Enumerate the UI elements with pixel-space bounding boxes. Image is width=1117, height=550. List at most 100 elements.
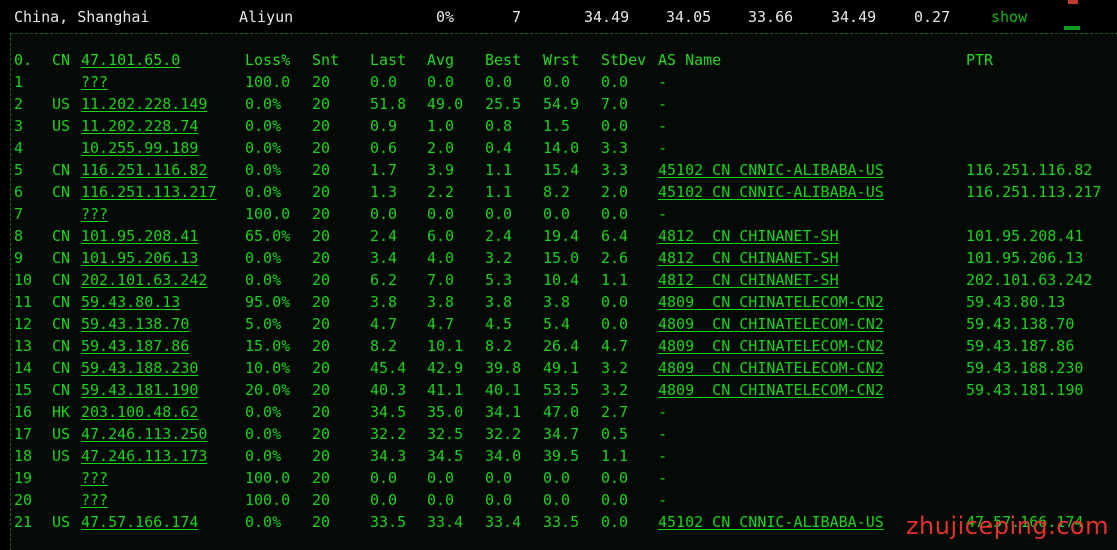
row-as-name[interactable]: 4809 CN CHINATELECOM-CN2 [658,358,884,378]
row-host[interactable]: 202.101.63.242 [81,270,207,290]
row-as-name[interactable]: 4812 CN CHINANET-SH [658,226,839,246]
row-wrst: 1.5 [543,117,571,135]
row-loss: 0.0% [245,425,282,443]
row-best: 34.1 [485,403,522,421]
row-stdev: 6.4 [601,227,629,245]
row-host[interactable]: ??? [81,490,108,510]
row-avg: 1.0 [427,117,455,135]
row-host[interactable]: ??? [81,204,108,224]
row-stdev: 3.2 [601,359,629,377]
row-hop: 12 [14,315,33,333]
row-best: 4.5 [485,315,513,333]
row-best: 0.0 [485,469,513,487]
row-ptr: 101.95.208.41 [966,227,1084,245]
row-ptr: 59.43.138.70 [966,315,1075,333]
row-hop: 14 [14,359,33,377]
row-host[interactable]: 59.43.138.70 [81,314,189,334]
row-wrst: 34.7 [543,425,580,443]
row-host[interactable]: 59.43.181.190 [81,380,198,400]
row-avg: 34.5 [427,447,464,465]
row-ptr: 101.95.206.13 [966,249,1084,267]
row-as-name[interactable]: 4812 CN CHINANET-SH [658,270,839,290]
row-snt: 20 [312,491,331,509]
row-snt: 20 [312,183,331,201]
row-loss: 0.0% [245,403,282,421]
row-avg: 6.0 [427,227,455,245]
row-hop: 20 [14,491,33,509]
header-host[interactable]: 47.101.65.0 [81,50,180,70]
row-host[interactable]: 47.246.113.173 [81,446,207,466]
row-host[interactable]: 59.43.187.86 [81,336,189,356]
row-loss: 0.0% [245,95,282,113]
row-as-name[interactable]: 4812 CN CHINANET-SH [658,248,839,268]
row-best: 0.4 [485,139,513,157]
row-country: US [52,447,71,465]
row-host[interactable]: 116.251.116.82 [81,160,207,180]
row-stdev: 2.6 [601,249,629,267]
row-wrst: 0.0 [543,491,571,509]
row-loss: 100.0 [245,205,291,223]
row-host[interactable]: 116.251.113.217 [81,182,216,202]
row-avg: 4.7 [427,315,455,333]
row-snt: 20 [312,425,331,443]
row-host[interactable]: ??? [81,468,108,488]
row-as-name[interactable]: 4809 CN CHINATELECOM-CN2 [658,380,884,400]
row-country: CN [52,293,71,311]
row-wrst: 39.5 [543,447,580,465]
row-ptr: 116.251.116.82 [966,161,1093,179]
row-host[interactable]: 47.57.166.174 [81,512,198,532]
row-stdev: 0.0 [601,469,629,487]
row-as-name: - [658,403,668,421]
row-best: 25.5 [485,95,522,113]
row-avg: 10.1 [427,337,464,355]
row-stdev: 0.5 [601,425,629,443]
row-as-name[interactable]: 4809 CN CHINATELECOM-CN2 [658,292,884,312]
row-host[interactable]: 11.202.228.74 [81,116,198,136]
row-snt: 20 [312,469,331,487]
row-host[interactable]: 101.95.208.41 [81,226,198,246]
row-best: 5.3 [485,271,513,289]
row-hop: 11 [14,293,33,311]
row-host[interactable]: 10.255.99.189 [81,138,198,158]
row-host[interactable]: 203.100.48.62 [81,402,198,422]
row-host[interactable]: 47.246.113.250 [81,424,207,444]
row-stdev: 3.3 [601,139,629,157]
row-wrst: 15.0 [543,249,580,267]
row-as-name[interactable]: 4809 CN CHINATELECOM-CN2 [658,336,884,356]
row-wrst: 0.0 [543,469,571,487]
row-as-name: - [658,117,668,135]
row-host[interactable]: 101.95.206.13 [81,248,198,268]
header-ptr: PTR [966,51,994,69]
row-as-name[interactable]: 45102 CN CNNIC-ALIBABA-US [658,182,884,202]
row-last: 51.8 [370,95,407,113]
row-loss: 0.0% [245,513,282,531]
row-avg: 35.0 [427,403,464,421]
row-host[interactable]: ??? [81,72,108,92]
row-as-name[interactable]: 4809 CN CHINATELECOM-CN2 [658,314,884,334]
row-snt: 20 [312,205,331,223]
row-best: 3.8 [485,293,513,311]
row-hop: 4 [14,139,24,157]
row-country: US [52,95,71,113]
header-avg: Avg [427,51,455,69]
row-hop: 7 [14,205,24,223]
row-best: 0.0 [485,491,513,509]
row-last: 1.7 [370,161,398,179]
row-last: 8.2 [370,337,398,355]
row-stdev: 0.0 [601,491,629,509]
header-snt: Snt [312,51,340,69]
row-country: CN [52,183,71,201]
row-best: 32.2 [485,425,522,443]
row-wrst: 53.5 [543,381,580,399]
row-as-name: - [658,447,668,465]
row-as-name[interactable]: 45102 CN CNNIC-ALIBABA-US [658,160,884,180]
row-country: HK [52,403,71,421]
header-loss: Loss% [245,51,291,69]
row-ptr: 59.43.80.13 [966,293,1066,311]
row-host[interactable]: 59.43.80.13 [81,292,180,312]
row-stdev: 0.0 [601,73,629,91]
row-host[interactable]: 11.202.228.149 [81,94,207,114]
row-snt: 20 [312,117,331,135]
row-host[interactable]: 59.43.188.230 [81,358,198,378]
row-as-name[interactable]: 45102 CN CNNIC-ALIBABA-US [658,512,884,532]
